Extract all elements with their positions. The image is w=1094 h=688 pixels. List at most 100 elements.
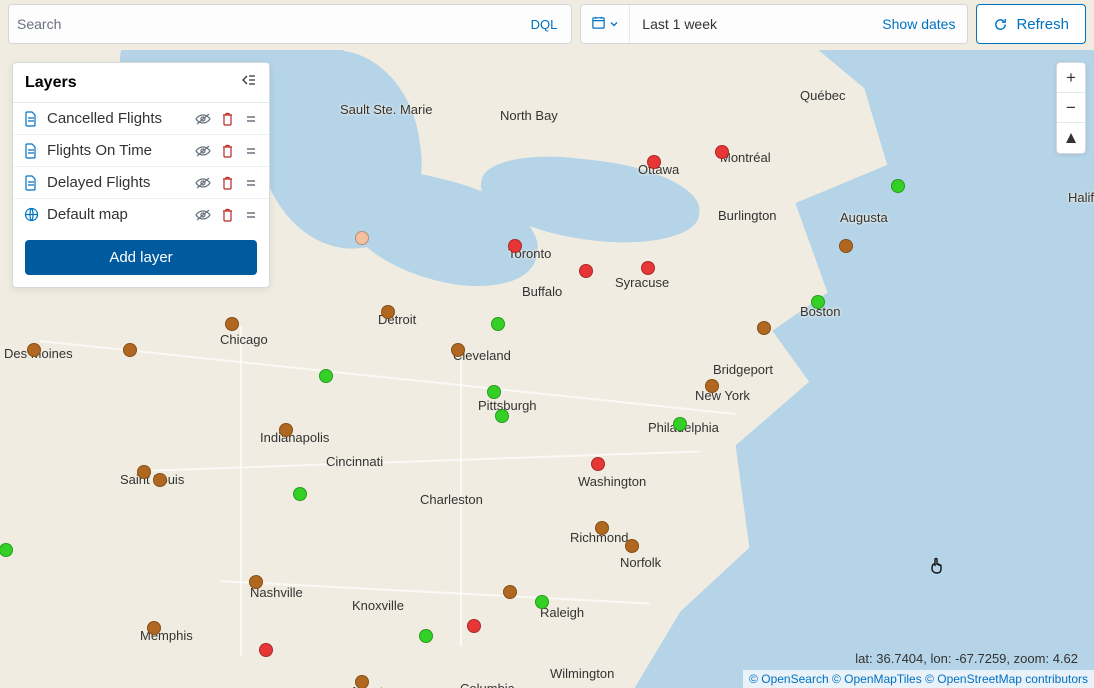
map-marker[interactable] <box>811 295 825 309</box>
map-marker[interactable] <box>715 145 729 159</box>
delete-layer-icon[interactable] <box>219 111 235 127</box>
visibility-toggle-icon[interactable] <box>195 207 211 223</box>
map-marker[interactable] <box>595 521 609 535</box>
map-marker[interactable] <box>355 675 369 688</box>
zoom-out-button[interactable]: − <box>1057 93 1085 123</box>
calendar-icon <box>591 15 606 33</box>
drag-handle-icon[interactable] <box>243 175 259 191</box>
layer-row-default-map[interactable]: Default map <box>13 199 269 230</box>
city-label: Norfolk <box>620 555 661 570</box>
reset-north-button[interactable]: ▲ <box>1057 123 1085 153</box>
zoom-in-button[interactable]: + <box>1057 63 1085 93</box>
map-marker[interactable] <box>27 343 41 357</box>
map-marker[interactable] <box>259 643 273 657</box>
city-label: Burlington <box>718 208 777 223</box>
visibility-toggle-icon[interactable] <box>195 143 211 159</box>
map-marker[interactable] <box>355 231 369 245</box>
map-marker[interactable] <box>381 305 395 319</box>
refresh-button[interactable]: Refresh <box>976 4 1086 44</box>
layers-panel: Layers Cancelled Flights Flights On Time <box>12 62 270 288</box>
city-label: New York <box>695 388 750 403</box>
map-marker[interactable] <box>123 343 137 357</box>
map-marker[interactable] <box>293 487 307 501</box>
attr-osm[interactable]: © OpenStreetMap contributors <box>925 672 1088 686</box>
layer-row-cancelled-flights[interactable]: Cancelled Flights <box>13 103 269 135</box>
road <box>460 346 462 646</box>
layers-panel-header: Layers <box>13 63 269 103</box>
layer-label: Flights On Time <box>47 142 195 159</box>
cursor-icon <box>928 556 946 574</box>
map-marker[interactable] <box>487 385 501 399</box>
layer-row-delayed-flights[interactable]: Delayed Flights <box>13 167 269 199</box>
drag-handle-icon[interactable] <box>243 207 259 223</box>
map-marker[interactable] <box>467 619 481 633</box>
map-marker[interactable] <box>279 423 293 437</box>
map-marker[interactable] <box>535 595 549 609</box>
map-marker[interactable] <box>673 417 687 431</box>
layers-panel-title: Layers <box>25 74 77 92</box>
zoom-label: zoom: <box>1014 651 1049 666</box>
city-label: Columbia <box>460 681 515 688</box>
map-marker[interactable] <box>757 321 771 335</box>
map-attribution: © OpenSearch © OpenMapTiles © OpenStreet… <box>743 670 1094 688</box>
city-label: Québec <box>800 88 846 103</box>
delete-layer-icon[interactable] <box>219 207 235 223</box>
map-canvas[interactable]: Layers Cancelled Flights Flights On Time <box>0 50 1094 688</box>
map-marker[interactable] <box>153 473 167 487</box>
city-label: Syracuse <box>615 275 669 290</box>
map-marker[interactable] <box>839 239 853 253</box>
map-marker[interactable] <box>319 369 333 383</box>
map-marker[interactable] <box>591 457 605 471</box>
delete-layer-icon[interactable] <box>219 175 235 191</box>
dql-toggle[interactable]: DQL <box>525 15 564 34</box>
map-marker[interactable] <box>508 239 522 253</box>
map-marker[interactable] <box>249 575 263 589</box>
city-label: Washington <box>578 474 646 489</box>
document-icon <box>23 143 39 159</box>
city-label: Knoxville <box>352 598 404 613</box>
city-label: North Bay <box>500 108 558 123</box>
map-status-text: lat: 36.7404, lon: -67.7259, zoom: 4.62 <box>855 651 1078 666</box>
layer-label: Default map <box>47 206 195 223</box>
drag-handle-icon[interactable] <box>243 143 259 159</box>
map-marker[interactable] <box>503 585 517 599</box>
layer-row-flights-on-time[interactable]: Flights On Time <box>13 135 269 167</box>
visibility-toggle-icon[interactable] <box>195 111 211 127</box>
map-marker[interactable] <box>647 155 661 169</box>
add-layer-button[interactable]: Add layer <box>25 240 257 275</box>
show-dates-button[interactable]: Show dates <box>870 16 967 32</box>
map-marker[interactable] <box>225 317 239 331</box>
top-bar: DQL Last 1 week Show dates Refresh <box>8 4 1086 44</box>
city-label: Charleston <box>420 492 483 507</box>
drag-handle-icon[interactable] <box>243 111 259 127</box>
city-label: Buffalo <box>522 284 562 299</box>
layer-label: Delayed Flights <box>47 174 195 191</box>
map-marker[interactable] <box>625 539 639 553</box>
map-marker[interactable] <box>579 264 593 278</box>
road <box>220 580 650 605</box>
map-marker[interactable] <box>641 261 655 275</box>
visibility-toggle-icon[interactable] <box>195 175 211 191</box>
date-range-text[interactable]: Last 1 week <box>630 16 870 32</box>
refresh-icon <box>993 17 1008 32</box>
map-marker[interactable] <box>491 317 505 331</box>
search-input[interactable] <box>17 16 525 32</box>
attr-opensearch[interactable]: © OpenSearch <box>749 672 829 686</box>
layer-label: Cancelled Flights <box>47 110 195 127</box>
map-marker[interactable] <box>451 343 465 357</box>
road <box>40 340 736 415</box>
delete-layer-icon[interactable] <box>219 143 235 159</box>
map-marker[interactable] <box>137 465 151 479</box>
attr-openmaptiles[interactable]: © OpenMapTiles <box>832 672 922 686</box>
map-marker[interactable] <box>0 543 13 557</box>
date-quick-select-button[interactable] <box>581 5 630 43</box>
map-marker[interactable] <box>147 621 161 635</box>
map-marker[interactable] <box>419 629 433 643</box>
date-range-picker: Last 1 week Show dates <box>580 4 968 44</box>
map-marker[interactable] <box>495 409 509 423</box>
globe-icon <box>23 207 39 223</box>
map-marker[interactable] <box>891 179 905 193</box>
collapse-panel-icon[interactable] <box>241 73 257 92</box>
chevron-down-icon <box>609 16 619 32</box>
map-marker[interactable] <box>705 379 719 393</box>
